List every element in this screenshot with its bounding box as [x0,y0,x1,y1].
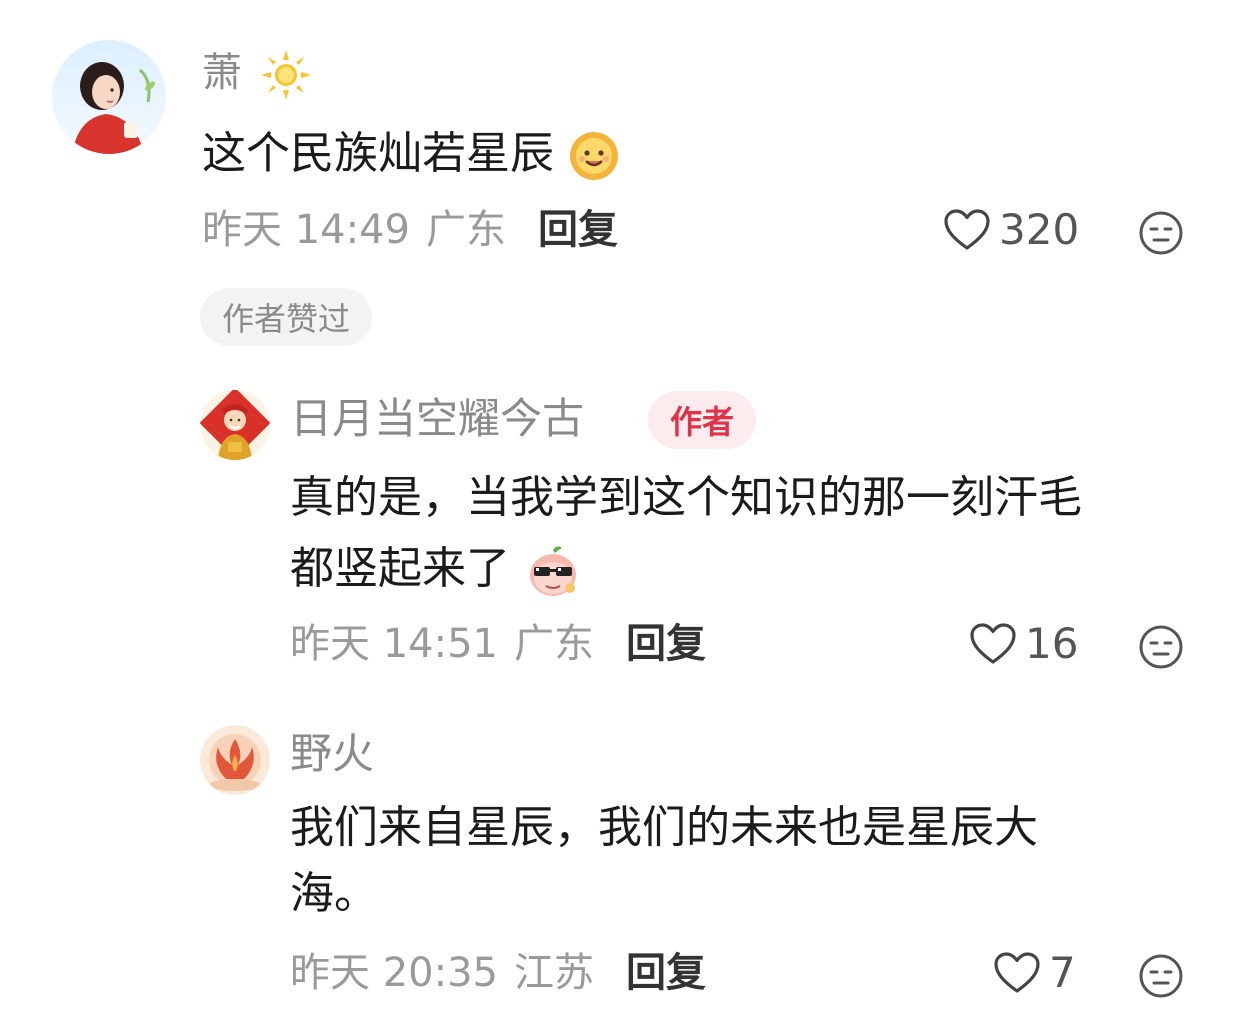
like-count: 320 [999,205,1080,254]
username[interactable]: 日月当空耀今古 [290,398,584,440]
avatar-xiao[interactable] [52,40,166,154]
username-text[interactable]: 萧 [202,50,242,96]
author-liked-badge-label: 作者赞过 [222,300,351,338]
comment-content: 真的是，当我学到这个知识的那一刻汗毛 都竖起来了 [290,476,1082,600]
comment-text: 海。 [290,868,378,919]
like-count: 7 [1049,948,1076,997]
username[interactable]: 萧 [202,48,313,102]
heart-icon [994,952,1040,993]
username-text[interactable]: 日月当空耀今古 [290,394,584,443]
location: 广东 [514,621,594,667]
like-button[interactable]: 320 [943,208,1079,252]
timestamp: 昨天 14:51 [290,621,498,667]
dislike-button[interactable] [1138,953,1184,1003]
like-button[interactable]: 16 [969,622,1078,666]
avatar-riyue[interactable] [200,390,270,460]
author-tag-label: 作者 [670,403,735,441]
comment-text: 我们来自星辰，我们的未来也是星辰大 [290,802,1038,853]
comment-meta: 昨天 20:35 江苏 回复 [290,953,706,993]
unamused-face-icon [1139,625,1183,669]
cool-peach-emoji [530,546,576,596]
avatar-yehuo[interactable] [200,725,270,795]
timestamp: 昨天 20:35 [290,950,498,996]
like-count: 16 [1025,619,1079,668]
heart-icon [944,209,990,250]
dislike-button[interactable] [1138,624,1184,674]
reply-button[interactable]: 回复 [626,624,706,664]
dislike-button[interactable] [1138,210,1184,260]
author-liked-badge: 作者赞过 [200,288,373,346]
comment-content: 这个民族灿若星辰 [202,130,620,182]
comment-content: 我们来自星辰，我们的未来也是星辰大 海。 [290,806,1038,916]
reply-button[interactable]: 回复 [626,953,706,993]
comment-text: 真的是，当我学到这个知识的那一刻汗毛 [290,472,1082,523]
timestamp: 昨天 14:49 [202,207,410,253]
username[interactable]: 野火 [290,733,374,775]
unamused-face-icon [1139,954,1183,998]
comment-text: 都竖起来了 [290,543,510,594]
username-text[interactable]: 野火 [290,729,374,778]
heart-icon [970,623,1016,664]
location: 江苏 [514,950,594,996]
comment-text: 这个民族灿若星辰 [202,128,554,179]
comment-meta: 昨天 14:51 广东 回复 [290,624,706,664]
comment-meta: 昨天 14:49 广东 回复 [202,210,618,250]
sun-icon [260,50,311,100]
location: 广东 [426,207,506,253]
reply-button[interactable]: 回复 [538,210,618,250]
author-tag: 作者 [648,391,757,449]
like-button[interactable]: 7 [993,951,1076,995]
smiling-sun-emoji [570,132,618,180]
unamused-face-icon [1139,211,1183,255]
